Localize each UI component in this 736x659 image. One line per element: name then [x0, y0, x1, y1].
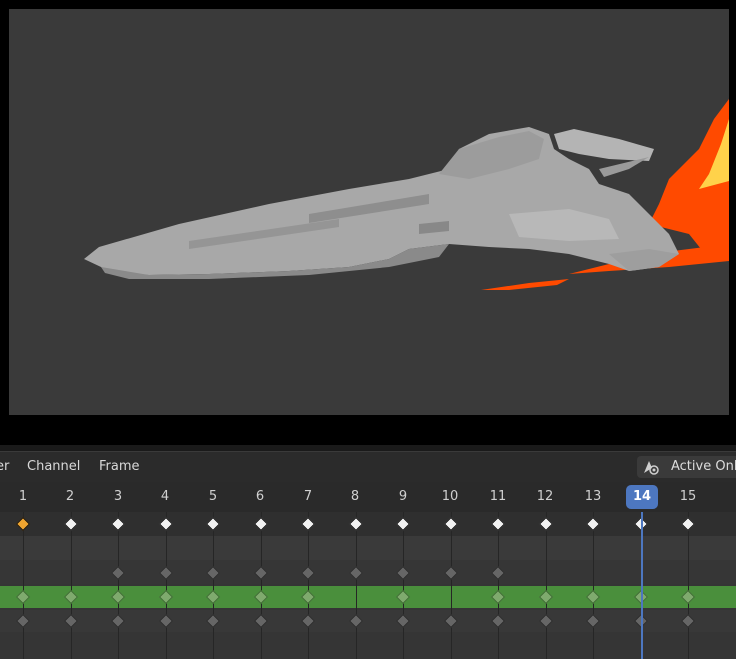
channel-row[interactable] [0, 632, 736, 659]
flame [481, 279, 569, 290]
frame-label: 11 [489, 489, 507, 504]
playhead[interactable] [641, 512, 643, 659]
frame-gridline [498, 512, 499, 659]
frame-gridline [308, 512, 309, 659]
viewport[interactable] [9, 9, 729, 415]
frame-gridline [213, 512, 214, 659]
render-area [0, 0, 736, 445]
frame-gridline [545, 512, 547, 659]
frame-label: 1 [18, 489, 28, 504]
frame-label: 13 [584, 489, 602, 504]
ship-fin [599, 157, 649, 177]
frame-gridline [593, 512, 594, 659]
active-only-toggle[interactable]: Active Onl [637, 456, 736, 478]
frame-gridline [118, 512, 119, 659]
ship-wing-top [554, 129, 654, 161]
frame-label: 9 [398, 489, 408, 504]
frame-label: 4 [160, 489, 170, 504]
frame-label: 2 [65, 489, 75, 504]
menu-marker[interactable]: er [0, 459, 9, 474]
shape-keys-icon [644, 461, 659, 475]
channel-row[interactable] [0, 536, 736, 560]
active-only-label: Active Onl [671, 459, 736, 474]
frame-label: 7 [303, 489, 313, 504]
frame-gridline [165, 512, 167, 659]
frame-label: 12 [536, 489, 554, 504]
frame-label: 10 [441, 489, 459, 504]
frame-gridline [70, 512, 72, 659]
spaceship-render [84, 99, 729, 290]
frame-label: 15 [679, 489, 697, 504]
frame-gridline [355, 512, 357, 659]
menu-channel[interactable]: Channel [27, 459, 80, 474]
dopesheet-header: er Channel Frame Active Onl [0, 451, 736, 483]
frame-gridline [23, 512, 24, 659]
frame-gridline [688, 512, 689, 659]
frame-ruler[interactable]: 1 2 3 4 5 6 7 8 9 10 11 12 13 14 15 [0, 482, 736, 512]
frame-gridline [403, 512, 404, 659]
frame-gridline [260, 512, 262, 659]
frame-gridline [450, 512, 452, 659]
menu-frame[interactable]: Frame [99, 459, 140, 474]
current-frame-indicator[interactable]: 14 [626, 485, 658, 509]
frame-label: 3 [113, 489, 123, 504]
frame-label: 6 [255, 489, 265, 504]
keyframe-channels[interactable] [0, 512, 736, 659]
frame-label: 5 [208, 489, 218, 504]
frame-label: 8 [350, 489, 360, 504]
